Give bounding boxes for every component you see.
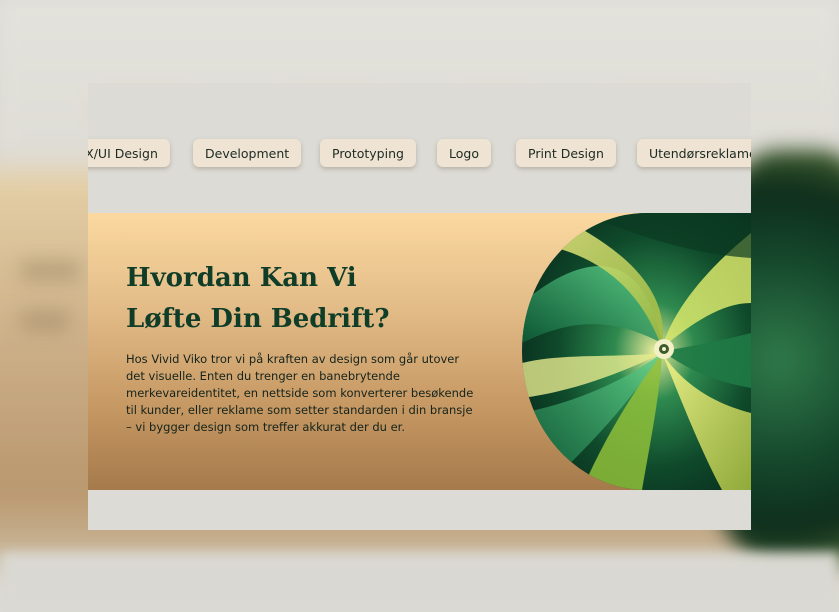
hero-title-line-2: Løfte Din Bedrift?: [126, 304, 390, 334]
hero-description: Hos Vivid Viko tror vi på kraften av des…: [126, 352, 474, 434]
chip-development[interactable]: Development: [193, 139, 302, 167]
services-chip-row: UX/UI Design Development Prototyping Log…: [88, 83, 751, 213]
chip-ux-ui-design[interactable]: UX/UI Design: [88, 139, 170, 167]
hero-banner: Hvordan Kan Vi Løfte Din Bedrift? Hos Vi…: [88, 213, 751, 490]
hero-title-line-1: Hvordan Kan Vi: [126, 263, 357, 293]
chip-print-design[interactable]: Print Design: [516, 139, 616, 167]
green-swirl-artwork: [522, 213, 751, 490]
section-footer-strip: [88, 490, 751, 530]
backdrop-text-blur: [20, 260, 80, 282]
hero-title: Hvordan Kan Vi Løfte Din Bedrift?: [126, 258, 466, 340]
services-section-card: UX/UI Design Development Prototyping Log…: [88, 83, 751, 530]
backdrop-text-blur: [20, 310, 70, 332]
chip-logo[interactable]: Logo: [437, 139, 491, 167]
swirl-image: [522, 213, 751, 490]
backdrop-bottom: [0, 552, 839, 612]
chip-prototyping[interactable]: Prototyping: [320, 139, 416, 167]
chip-utendorsreklame[interactable]: Utendørsreklame: [637, 139, 751, 167]
